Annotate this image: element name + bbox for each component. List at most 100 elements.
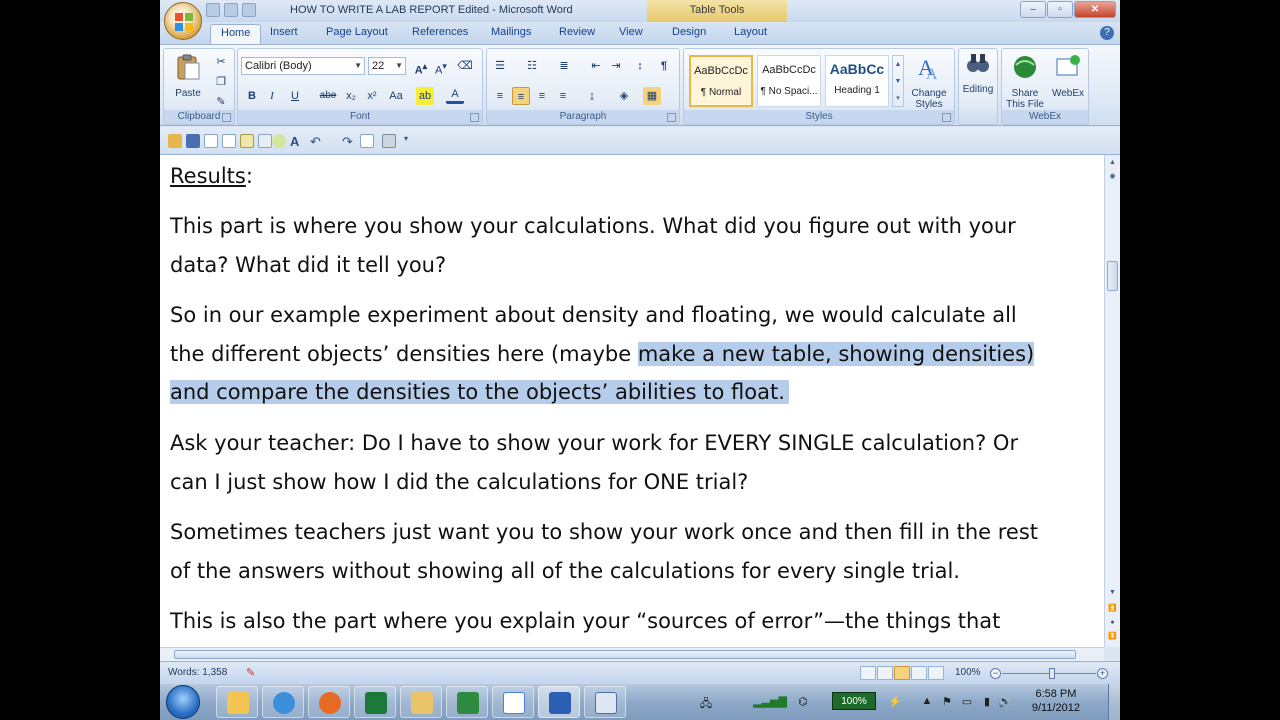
taskbar-excel[interactable]: [446, 686, 488, 718]
printer-icon[interactable]: [382, 134, 396, 148]
undo-qat-icon[interactable]: ↶: [310, 134, 324, 149]
tab-view[interactable]: View: [619, 26, 643, 38]
help-icon[interactable]: ?: [1100, 26, 1114, 40]
style-heading-1[interactable]: AaBbCc Heading 1: [825, 55, 889, 107]
previous-page-icon[interactable]: ⏫: [1107, 603, 1118, 614]
tab-page-layout[interactable]: Page Layout: [326, 26, 388, 38]
highlight-icon[interactable]: ab: [416, 87, 434, 105]
zoom-in-icon[interactable]: +: [1097, 668, 1108, 679]
show-marks-icon[interactable]: ¶: [655, 57, 673, 75]
save-qat-icon[interactable]: [186, 134, 200, 148]
zoom-slider[interactable]: − +: [990, 668, 1108, 679]
font-family-combo[interactable]: Calibri (Body) ▼: [241, 57, 365, 75]
font-launcher-icon[interactable]: [470, 113, 479, 122]
clock[interactable]: 6:58 PM 9/11/2012: [1032, 687, 1080, 715]
battery-indicator[interactable]: 100%: [832, 692, 876, 710]
change-case-button[interactable]: Aa: [385, 87, 407, 105]
tab-review[interactable]: Review: [559, 26, 595, 38]
decrease-indent-icon[interactable]: ⇤: [587, 57, 605, 75]
tab-design[interactable]: Design: [672, 26, 706, 38]
save-icon[interactable]: [206, 3, 220, 17]
increase-indent-icon[interactable]: ⇥: [607, 57, 625, 75]
print-layout-icon[interactable]: [860, 666, 876, 680]
tab-layout[interactable]: Layout: [734, 26, 767, 38]
vertical-scroll-thumb[interactable]: [1107, 261, 1118, 291]
line-spacing-icon[interactable]: ↨: [583, 87, 601, 105]
taskbar-explorer-folder[interactable]: [216, 686, 258, 718]
full-screen-reading-icon[interactable]: [877, 666, 893, 680]
find-icon[interactable]: [360, 134, 374, 148]
taskbar-app[interactable]: [354, 686, 396, 718]
show-desktop-button[interactable]: [1108, 684, 1120, 720]
style-no-spacing[interactable]: AaBbCcDc ¶ No Spaci...: [757, 55, 821, 107]
zoom-out-icon[interactable]: −: [990, 668, 1001, 679]
subscript-button[interactable]: x₂: [342, 87, 360, 105]
scroll-down-icon[interactable]: ▼: [1107, 587, 1118, 598]
zoom-level[interactable]: 100%: [955, 667, 981, 678]
tab-mailings[interactable]: Mailings: [491, 26, 531, 38]
network-status-icon[interactable]: 🖧: [686, 695, 726, 710]
strikethrough-button[interactable]: abe: [316, 87, 340, 105]
copy-icon[interactable]: ❐: [212, 73, 230, 91]
font-a-icon[interactable]: A: [290, 134, 304, 149]
styles-launcher-icon[interactable]: [942, 113, 951, 122]
redo-icon[interactable]: [242, 3, 256, 17]
draft-icon[interactable]: [928, 666, 944, 680]
numbering-icon[interactable]: ☷: [523, 57, 541, 75]
underline-button[interactable]: U: [286, 87, 304, 105]
taskbar-google[interactable]: [492, 686, 534, 718]
word-count[interactable]: Words: 1,358: [168, 667, 227, 678]
spelling-icon[interactable]: [272, 134, 286, 148]
start-button[interactable]: [166, 685, 200, 719]
close-button[interactable]: ✕: [1074, 1, 1116, 18]
grow-font-icon[interactable]: A▴: [412, 57, 430, 77]
vertical-scrollbar[interactable]: ▲ ◉ ▼ ⏫ ● ⏬: [1104, 155, 1120, 647]
page-icon[interactable]: [258, 134, 272, 148]
office-button[interactable]: [164, 2, 202, 40]
style-normal[interactable]: AaBbCcDc ¶ Normal: [689, 55, 753, 107]
bold-button[interactable]: B: [243, 87, 261, 105]
bullets-icon[interactable]: ☰: [491, 57, 509, 75]
open-icon[interactable]: [168, 134, 182, 148]
new-icon[interactable]: [204, 134, 218, 148]
horizontal-scroll-thumb[interactable]: [174, 650, 1076, 659]
power-icon[interactable]: ⚡: [888, 695, 902, 709]
web-layout-icon[interactable]: [894, 666, 910, 680]
share-file-button[interactable]: Share This File: [1004, 53, 1046, 110]
shading-icon[interactable]: ◈: [615, 87, 633, 105]
clear-formatting-icon[interactable]: ⌫: [456, 57, 474, 75]
italic-button[interactable]: I: [263, 87, 281, 105]
font-color-icon[interactable]: A: [446, 87, 464, 104]
styles-scroll-icon[interactable]: ▲ ▼ ▾: [892, 55, 904, 107]
change-styles-button[interactable]: A A Change Styles: [906, 53, 952, 110]
zoom-slider-knob[interactable]: [1049, 668, 1055, 679]
undo-icon[interactable]: [224, 3, 238, 17]
align-left-icon[interactable]: ≡: [491, 87, 509, 105]
superscript-button[interactable]: x²: [363, 87, 381, 105]
note-icon[interactable]: [240, 134, 254, 148]
taskbar-word[interactable]: [538, 686, 580, 718]
taskbar-folders[interactable]: [400, 686, 442, 718]
taskbar-app-2[interactable]: [584, 686, 626, 718]
tab-home[interactable]: Home: [210, 24, 262, 44]
paragraph-launcher-icon[interactable]: [667, 113, 676, 122]
action-center-icon[interactable]: ⚑: [940, 695, 954, 709]
browse-object-icon[interactable]: ●: [1107, 617, 1118, 628]
borders-icon[interactable]: ▦: [643, 87, 661, 105]
align-center-icon[interactable]: ≡: [512, 87, 530, 105]
sort-icon[interactable]: ↕: [631, 57, 649, 75]
taskbar-internet-explorer[interactable]: [262, 686, 304, 718]
customize-qat-icon[interactable]: ▾: [404, 134, 418, 148]
wireless-icon[interactable]: ⌬: [796, 695, 810, 709]
document-page[interactable]: Results: This part is where you show you…: [160, 155, 1104, 647]
proofing-icon[interactable]: ✎: [246, 666, 255, 679]
redo-qat-icon[interactable]: ↷: [342, 134, 356, 149]
taskbar-firefox[interactable]: [308, 686, 350, 718]
volume-icon[interactable]: 🔊: [998, 695, 1012, 709]
font-size-combo[interactable]: 22 ▼: [368, 57, 406, 75]
justify-icon[interactable]: ≡: [554, 87, 572, 105]
signal-strength-icon[interactable]: ▂▃▅▇: [746, 695, 794, 709]
horizontal-scrollbar[interactable]: [160, 647, 1104, 661]
tab-insert[interactable]: Insert: [270, 26, 298, 38]
print-preview-icon[interactable]: [222, 134, 236, 148]
